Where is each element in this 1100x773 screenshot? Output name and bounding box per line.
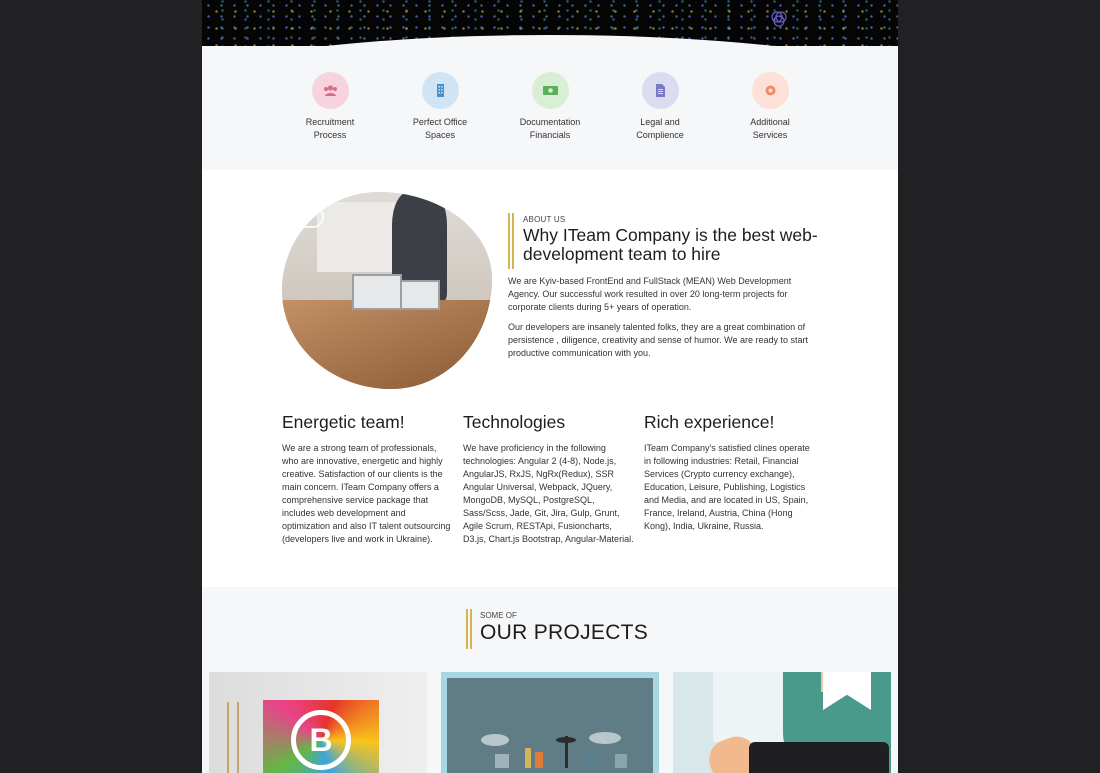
project-card-city[interactable] — [441, 672, 659, 773]
service-legal[interactable]: Legal and Complience — [610, 72, 710, 142]
service-additional[interactable]: Additional Services — [720, 72, 820, 142]
feature-title: Technologies — [463, 412, 566, 432]
laptop — [352, 274, 402, 310]
service-documentation[interactable]: Documentation Financials — [500, 72, 600, 142]
projects-title: OUR PROJECTS — [480, 621, 649, 644]
feature-text: We are a strong team of professionals, w… — [282, 443, 451, 544]
projects-accent-bar — [466, 609, 468, 649]
project-card-mobile[interactable] — [673, 672, 891, 773]
projects-section: SOME OF OUR PROJECTS B — [202, 587, 898, 773]
plant-decoration — [227, 702, 239, 773]
service-label: Legal and Complience — [636, 117, 684, 140]
page: Recruitment Process Perfect Office Spaces — [202, 0, 898, 773]
about-eyebrow: ABOUT US — [523, 215, 566, 224]
feature-title: Energetic team! — [282, 412, 405, 432]
service-label: Documentation Financials — [519, 117, 581, 140]
laptop — [400, 280, 440, 310]
service-circle — [751, 72, 789, 109]
service-recruitment[interactable]: Recruitment Process — [280, 72, 380, 142]
photo-logo-icon — [298, 206, 324, 228]
about-accent-bar — [508, 213, 510, 269]
about-paragraph-2: Our developers are insanely talented fol… — [508, 322, 808, 358]
projects-accent-bar — [470, 609, 472, 649]
service-label: Additional Services — [750, 117, 790, 140]
money-icon — [542, 86, 558, 95]
feature-text: ITeam Company's satisfied clines operate… — [644, 443, 810, 531]
feature-column-team: Energetic team! We are a strong team of … — [282, 412, 454, 546]
about-paragraph-1: We are Kyiv-based FrontEnd and FullStack… — [508, 276, 792, 312]
service-office[interactable]: Perfect Office Spaces — [390, 72, 490, 142]
phone-device-icon — [749, 742, 889, 773]
about-accent-bar — [512, 213, 514, 269]
people-icon — [323, 85, 337, 96]
document-icon — [655, 84, 665, 97]
project-card-crypto[interactable]: B — [209, 672, 427, 773]
brand-logo-icon[interactable] — [770, 10, 788, 28]
service-circle — [641, 72, 679, 109]
about-photo — [282, 192, 492, 389]
city-skyline-icon — [481, 732, 627, 768]
gear-icon — [765, 85, 775, 96]
service-label: Perfect Office Spaces — [412, 117, 468, 140]
hero-banner — [202, 0, 898, 50]
services-section: Recruitment Process Perfect Office Spaces — [202, 46, 898, 170]
building-icon — [436, 84, 444, 97]
service-label: Recruitment Process — [305, 117, 355, 140]
meeting-table — [282, 300, 492, 389]
service-circle — [531, 72, 569, 109]
service-circle — [421, 72, 459, 109]
feature-text: We have proficiency in the following tec… — [463, 443, 634, 544]
feature-column-experience: Rich experience! ITeam Company's satisfi… — [644, 412, 816, 533]
about-title: Why ITeam Company is the best web-develo… — [523, 225, 818, 264]
feature-title: Rich experience! — [644, 412, 775, 432]
bitcoin-icon: B — [291, 710, 351, 770]
projects-eyebrow: SOME OF — [480, 611, 517, 620]
feature-column-technologies: Technologies We have proficiency in the … — [463, 412, 635, 546]
city-illustration — [447, 678, 653, 773]
service-circle — [311, 72, 349, 109]
